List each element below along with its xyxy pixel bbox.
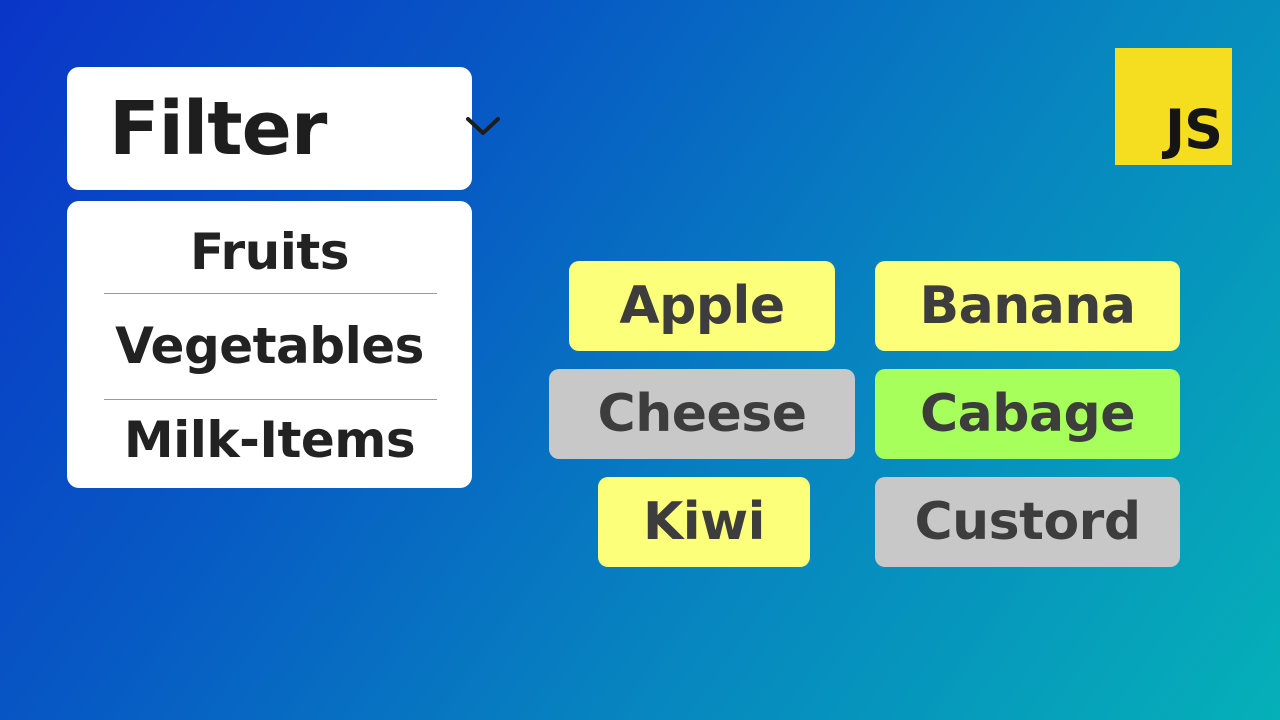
js-logo-text: JS — [1165, 98, 1223, 161]
filter-options-menu: Fruits Vegetables Milk-Items — [67, 201, 472, 488]
filter-dropdown-button[interactable]: Filter — [67, 67, 500, 190]
item-chip-kiwi: Kiwi — [598, 477, 810, 567]
divider — [104, 293, 437, 294]
item-chip-cheese: Cheese — [549, 369, 855, 459]
item-chip-apple: Apple — [569, 261, 835, 351]
item-chip-cabage: Cabage — [875, 369, 1180, 459]
filter-label: Filter — [109, 85, 327, 172]
filter-option-fruits[interactable]: Fruits — [67, 204, 472, 300]
js-logo: JS — [1115, 48, 1232, 165]
filter-option-milk-items[interactable]: Milk-Items — [67, 392, 472, 488]
item-chip-banana: Banana — [875, 261, 1180, 351]
filter-option-vegetables[interactable]: Vegetables — [67, 298, 472, 394]
item-chip-custord: Custord — [875, 477, 1180, 567]
chevron-down-icon — [466, 117, 500, 135]
